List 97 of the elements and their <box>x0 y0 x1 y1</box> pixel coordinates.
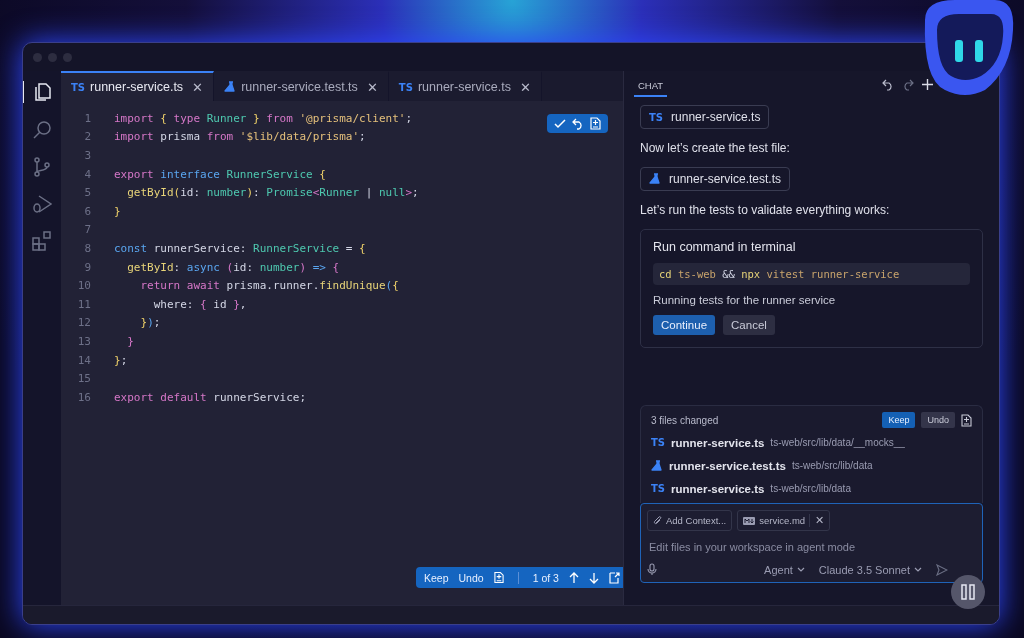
editor-tab[interactable]: TS runner-service.ts ✕ <box>61 71 215 101</box>
model-dropdown[interactable]: Claude 3.5 Sonnet <box>818 563 922 576</box>
typescript-icon: TS <box>649 111 664 123</box>
markdown-icon <box>743 516 756 525</box>
line-number: 6 <box>83 204 92 218</box>
code-line: getById: async (id: number) => { <box>126 260 340 274</box>
code-line: export interface RunnerService { <box>114 167 326 181</box>
keep-button[interactable]: Keep <box>424 571 449 584</box>
changed-file-name[interactable]: runner-service.ts <box>671 482 765 495</box>
down-arrow-icon[interactable] <box>588 571 599 584</box>
file-path: ts-web/src/lib/data/__mocks__ <box>770 437 905 448</box>
tab-label: runner-service.test.ts <box>241 80 358 94</box>
line-number: 10 <box>76 279 92 293</box>
chat-tab[interactable]: CHAT <box>634 73 668 97</box>
code-line: import { type Runner } from '@prisma/client'; <box>114 111 413 125</box>
line-number: 1 <box>83 111 92 125</box>
undo-button[interactable]: Undo <box>458 571 484 584</box>
caret-icon <box>796 567 805 572</box>
close-icon[interactable]: ✕ <box>366 79 378 95</box>
line-number: 13 <box>76 334 92 348</box>
code-line: export default runnerService; <box>114 390 307 404</box>
search-icon[interactable] <box>32 120 52 140</box>
code-line: return await prisma.runner.findUnique({ <box>139 279 399 293</box>
typescript-icon: TS <box>71 81 86 93</box>
paperclip-icon <box>653 515 662 526</box>
files-icon[interactable] <box>33 81 53 103</box>
file-path: ts-web/src/lib/data <box>791 460 873 471</box>
context-chip[interactable]: service.md ✕ <box>737 510 831 531</box>
line-number: 2 <box>83 130 92 144</box>
send-icon[interactable] <box>936 563 948 576</box>
changes-summary: 3 files changed <box>651 414 719 426</box>
command-description: Running tests for the runner service <box>653 294 837 306</box>
chip-label: service.md <box>759 515 806 526</box>
branch-icon[interactable] <box>32 157 52 177</box>
chip-label: Add Context... <box>666 515 727 526</box>
typescript-icon: TS <box>651 483 666 494</box>
file-chip[interactable]: runner-service.test.ts <box>640 167 791 191</box>
tab-label: runner-service.ts <box>417 80 511 94</box>
mode-dropdown[interactable]: Agent <box>764 563 805 576</box>
line-number: 15 <box>76 372 92 386</box>
line-number: 5 <box>83 186 92 200</box>
undo-icon[interactable] <box>882 79 894 91</box>
flask-icon <box>649 173 661 185</box>
code-line: const runnerService: RunnerService = { <box>114 241 366 255</box>
line-number: 12 <box>76 316 92 330</box>
change-counter: 1 of 3 <box>532 571 559 584</box>
cancel-button[interactable]: Cancel <box>723 315 775 335</box>
continue-button[interactable]: Continue <box>653 315 716 335</box>
close-icon[interactable]: ✕ <box>192 79 204 95</box>
check-icon[interactable] <box>554 117 566 130</box>
context-chip[interactable]: Add Context... <box>647 510 733 531</box>
card-title: Run command in terminal <box>653 240 797 254</box>
changed-file-name[interactable]: runner-service.ts <box>671 436 765 449</box>
flask-icon <box>224 81 237 93</box>
tab-label: runner-service.ts <box>90 80 184 94</box>
caret-icon <box>914 567 922 572</box>
file-chip[interactable]: TS runner-service.ts <box>640 105 770 129</box>
line-number: 3 <box>83 149 92 162</box>
redo-icon[interactable] <box>902 79 914 91</box>
prompt-field[interactable]: Edit files in your workspace in agent mode <box>647 541 974 553</box>
run-debug-icon[interactable] <box>32 194 52 214</box>
line-number: 8 <box>83 241 92 255</box>
chat-message: Now let’s create the test file: <box>640 141 791 155</box>
code-line: getById(id: number): Promise<Runner | null>; <box>126 186 419 200</box>
code-line: where: { id }, <box>152 297 247 311</box>
open-file-icon[interactable] <box>608 571 620 584</box>
close-icon[interactable]: ✕ <box>519 79 531 95</box>
line-number: 14 <box>76 353 92 367</box>
microphone-icon[interactable] <box>647 563 657 576</box>
file-name: runner-service.test.ts <box>669 172 782 186</box>
undo-button[interactable]: Undo <box>921 412 955 428</box>
line-number: 4 <box>83 167 92 181</box>
code-line: import prisma from '$lib/data/prisma'; <box>114 130 366 144</box>
code-line: } <box>126 334 134 348</box>
chat-input[interactable]: Add Context... service.md ✕ Edit files in your workspace in agent mode Agent Claude 3.5 Sonnet <box>640 503 983 583</box>
file-path: ts-web/src/lib/data <box>770 483 851 494</box>
flask-icon <box>651 459 663 472</box>
chat-message: Let’s run the tests to validate everything works: <box>640 203 891 217</box>
terminal-command: cd ts-web && npx vitest runner-service <box>653 263 970 285</box>
up-arrow-icon[interactable] <box>568 571 579 584</box>
line-number: 9 <box>83 260 92 274</box>
code-line: }); <box>139 316 161 330</box>
keep-button[interactable]: Keep <box>882 412 916 428</box>
plus-icon[interactable] <box>922 79 933 90</box>
typescript-icon: TS <box>651 437 666 448</box>
pause-icon <box>961 584 975 600</box>
undo-icon[interactable] <box>572 117 584 130</box>
changed-file-name[interactable]: runner-service.test.ts <box>669 459 786 472</box>
file-diff-icon[interactable] <box>961 413 972 427</box>
typescript-icon: TS <box>398 81 413 93</box>
line-number: 7 <box>83 223 92 237</box>
code-line: }; <box>114 353 128 367</box>
line-number: 11 <box>76 297 92 311</box>
code-line: } <box>114 204 121 218</box>
line-number: 16 <box>76 390 92 404</box>
file-name: runner-service.ts <box>671 110 761 124</box>
extensions-icon[interactable] <box>32 231 52 251</box>
